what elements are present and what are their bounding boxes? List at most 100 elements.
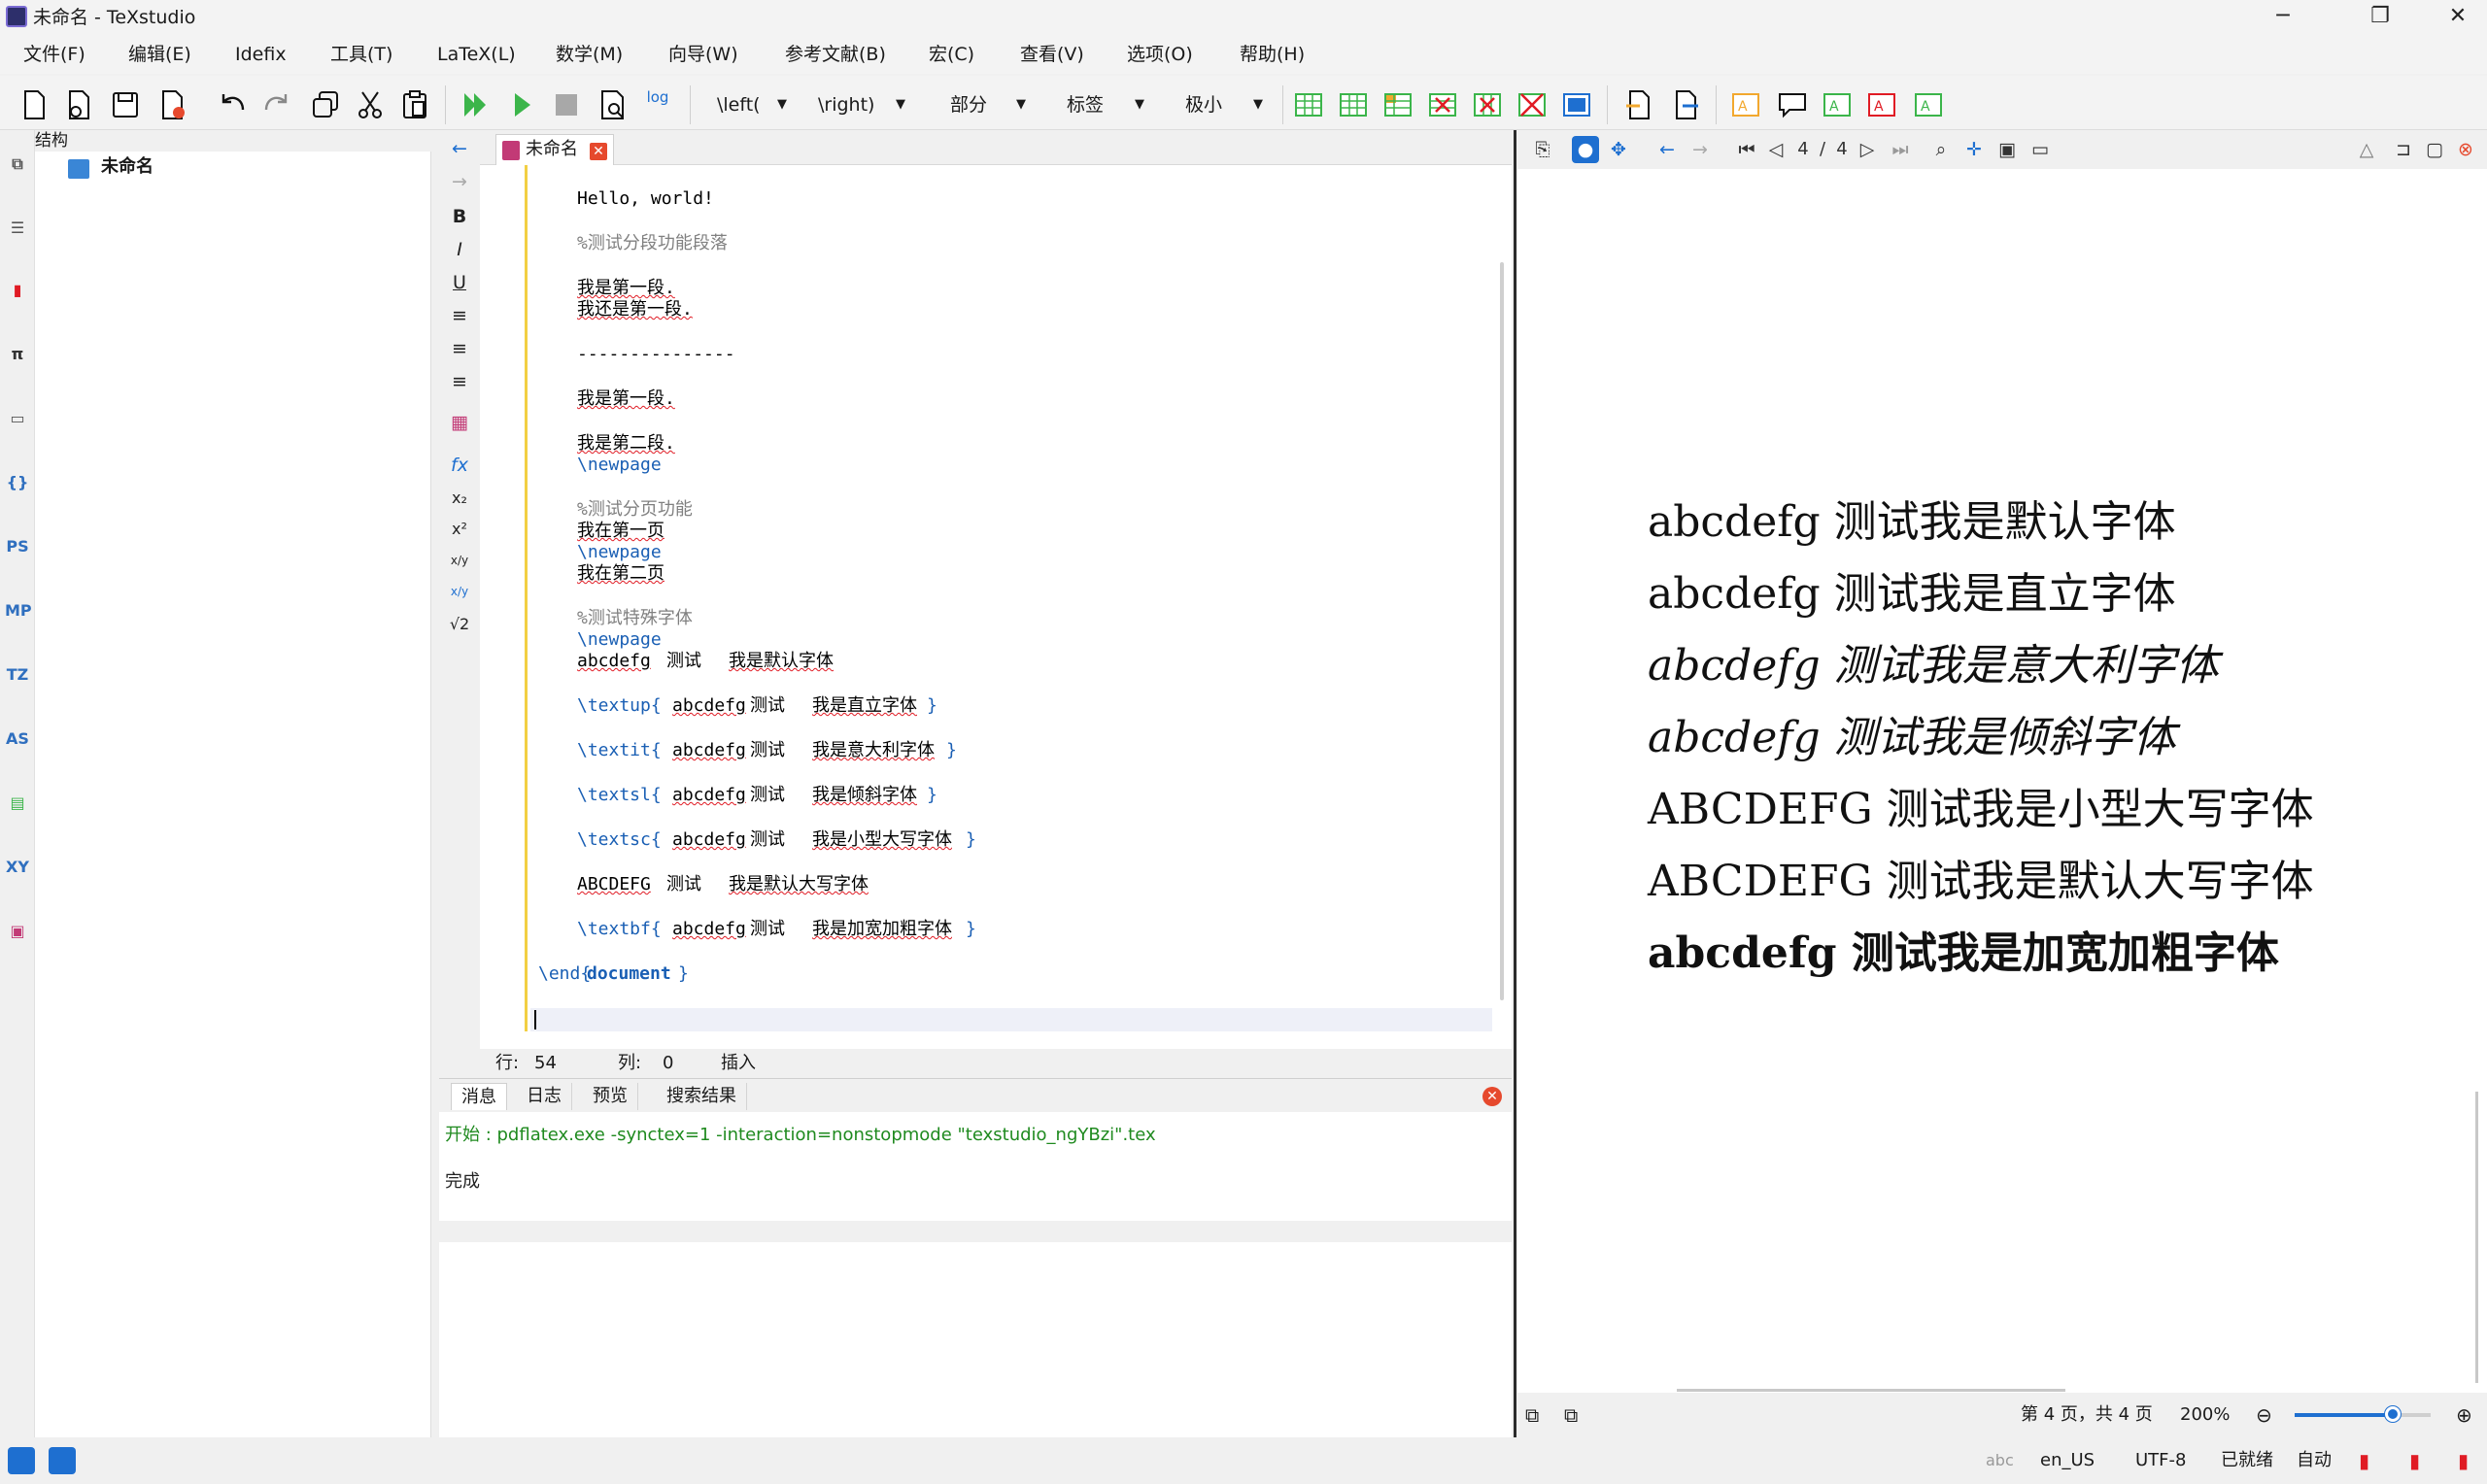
close-messages-icon[interactable]: ✕ bbox=[1482, 1087, 1502, 1106]
pdf-vertical-scrollbar[interactable] bbox=[2475, 1092, 2478, 1383]
save-icon[interactable] bbox=[109, 88, 142, 121]
delete-table-icon[interactable] bbox=[1516, 88, 1549, 121]
build-and-view-icon[interactable] bbox=[459, 88, 492, 121]
stop-compile-icon[interactable] bbox=[550, 88, 583, 121]
embed-icon[interactable]: ⊐ bbox=[2390, 136, 2417, 163]
document-tab[interactable]: 未命名 ✕ bbox=[495, 134, 614, 165]
menu-idefix[interactable]: Idefix bbox=[235, 43, 287, 66]
paste-icon[interactable] bbox=[398, 88, 431, 121]
bookmark-red-icon[interactable]: ▮ bbox=[2359, 1437, 2369, 1484]
xymatrix-tab[interactable]: XY bbox=[5, 853, 30, 882]
new-line-icon[interactable]: ▦ bbox=[445, 408, 474, 437]
bold-button[interactable]: B bbox=[445, 202, 474, 231]
toggle-messages-icon[interactable] bbox=[49, 1447, 76, 1474]
tab-preview[interactable]: 预览 bbox=[583, 1083, 638, 1110]
insert-table-icon[interactable] bbox=[1337, 88, 1370, 121]
undo-icon[interactable] bbox=[216, 88, 249, 121]
structure-icon[interactable]: ⧉ bbox=[5, 150, 30, 179]
next-page-icon[interactable]: ▷ bbox=[1854, 136, 1881, 163]
view-pdf-icon[interactable] bbox=[596, 88, 630, 121]
table-icon[interactable] bbox=[1292, 88, 1325, 121]
highlight-text-icon[interactable]: A bbox=[1821, 88, 1854, 121]
pdf-search-icon[interactable]: ⌕ bbox=[1927, 136, 1955, 163]
back-arrow-icon[interactable]: ← bbox=[445, 134, 474, 163]
table-column-icon[interactable] bbox=[1381, 88, 1414, 121]
close-button[interactable]: ✕ bbox=[2429, 0, 2487, 33]
collapse-icon[interactable]: △ bbox=[2353, 136, 2380, 163]
align-right-icon[interactable]: ≡ bbox=[445, 367, 474, 396]
fraction-button[interactable]: x/y bbox=[445, 546, 474, 575]
new-from-template-icon[interactable] bbox=[62, 88, 95, 121]
fit-width-icon[interactable]: ✛ bbox=[1960, 136, 1988, 163]
go-to-pdf-icon[interactable] bbox=[1622, 88, 1655, 121]
comment-icon[interactable] bbox=[1776, 88, 1809, 121]
bookmark-red-icon[interactable]: ▮ bbox=[2458, 1437, 2469, 1484]
right-delimiter-select[interactable]: \right) ▼ bbox=[808, 87, 911, 122]
underline-button[interactable]: U bbox=[445, 268, 474, 297]
menu-view[interactable]: 查看(V) bbox=[1020, 43, 1084, 66]
menu-latex[interactable]: LaTeX(L) bbox=[437, 43, 516, 66]
scroll-mode-icon[interactable]: ✥ bbox=[1605, 136, 1632, 163]
tikz-tab[interactable]: TZ bbox=[5, 660, 30, 690]
menu-edit[interactable]: 编辑(E) bbox=[128, 43, 191, 66]
label-select[interactable]: 标签 ▼ bbox=[1057, 87, 1150, 122]
zoom-level[interactable]: 200% bbox=[2180, 1393, 2230, 1437]
dfrac-button[interactable]: x/y bbox=[445, 577, 474, 606]
brackets-icon[interactable]: {} bbox=[5, 468, 30, 497]
todo-icon[interactable]: ☰ bbox=[5, 214, 30, 243]
graphics-icon[interactable]: ▣ bbox=[5, 917, 30, 946]
menu-bibliography[interactable]: 参考文献(B) bbox=[785, 43, 886, 66]
sync-right-icon[interactable]: ⧉ bbox=[1564, 1393, 1578, 1437]
menu-tools[interactable]: 工具(T) bbox=[330, 43, 392, 66]
forward-arrow-icon[interactable]: → bbox=[445, 167, 474, 196]
menu-options[interactable]: 选项(O) bbox=[1127, 43, 1193, 66]
square-root-button[interactable]: √2 bbox=[445, 610, 474, 639]
editor-scrollbar[interactable] bbox=[1500, 262, 1504, 1000]
tab-log[interactable]: 日志 bbox=[517, 1083, 572, 1110]
bookmarks-icon[interactable]: ▮ bbox=[5, 276, 30, 305]
font-size-select[interactable]: 极小 ▼ bbox=[1175, 87, 1269, 122]
italic-button[interactable]: I bbox=[445, 235, 474, 264]
menu-math[interactable]: 数学(M) bbox=[556, 43, 623, 66]
pane-splitter[interactable] bbox=[1514, 130, 1516, 1437]
presentation-icon[interactable]: ▭ bbox=[2027, 136, 2054, 163]
language-select[interactable]: en_US bbox=[2040, 1437, 2095, 1484]
maximize-button[interactable]: ❐ bbox=[2351, 0, 2409, 33]
table-align-icon[interactable] bbox=[1560, 88, 1593, 121]
menu-macros[interactable]: 宏(C) bbox=[929, 43, 974, 66]
align-center-icon[interactable]: ≡ bbox=[445, 334, 474, 363]
math-mode-button[interactable]: fx bbox=[445, 451, 474, 480]
bookmark-red-icon[interactable]: ▮ bbox=[2409, 1437, 2420, 1484]
code-editor[interactable]: Hello, world! %测试分段功能段落 我是第一段. 我还是第一段. -… bbox=[480, 165, 1512, 1049]
metapost-tab[interactable]: MP bbox=[5, 596, 32, 625]
section-select[interactable]: 部分 ▼ bbox=[940, 87, 1032, 122]
previous-page-icon[interactable]: ◁ bbox=[1762, 136, 1789, 163]
cut-icon[interactable] bbox=[354, 88, 387, 121]
align-left-icon[interactable]: ≡ bbox=[445, 301, 474, 330]
compile-icon[interactable] bbox=[505, 88, 538, 121]
magnifier-mode-icon[interactable]: ● bbox=[1572, 136, 1599, 163]
close-pdf-icon[interactable]: ⊗ bbox=[2452, 136, 2479, 163]
auto-mode[interactable]: 自动 bbox=[2297, 1437, 2332, 1484]
tab-search-results[interactable]: 搜索结果 bbox=[657, 1083, 747, 1110]
delete-column-icon[interactable] bbox=[1471, 88, 1504, 121]
close-tab-icon[interactable]: ✕ bbox=[590, 143, 607, 160]
window-icon[interactable]: ▢ bbox=[2421, 136, 2448, 163]
pdf-horizontal-scrollbar[interactable] bbox=[1677, 1389, 2065, 1392]
zoom-slider[interactable] bbox=[2295, 1406, 2431, 1422]
zoom-out-icon[interactable]: ⊖ bbox=[2256, 1393, 2272, 1437]
menu-help[interactable]: 帮助(H) bbox=[1240, 43, 1305, 66]
menu-wizards[interactable]: 向导(W) bbox=[668, 43, 738, 66]
remove-highlight-icon[interactable]: A bbox=[1865, 88, 1898, 121]
first-page-icon[interactable]: ⏮ bbox=[1733, 136, 1760, 163]
symbols-icon[interactable]: π bbox=[5, 340, 30, 369]
toggle-structure-icon[interactable] bbox=[8, 1447, 35, 1474]
copy-icon[interactable] bbox=[309, 88, 342, 121]
subscript-button[interactable]: x₂ bbox=[445, 484, 474, 513]
new-file-icon[interactable] bbox=[17, 88, 51, 121]
encoding-select[interactable]: UTF-8 bbox=[2135, 1437, 2186, 1484]
pstricks-tab[interactable]: PS bbox=[5, 532, 30, 561]
zoom-in-icon[interactable]: ⊕ bbox=[2456, 1393, 2472, 1437]
files-icon[interactable]: ▭ bbox=[5, 404, 30, 433]
view-log-icon[interactable]: log bbox=[641, 88, 674, 121]
